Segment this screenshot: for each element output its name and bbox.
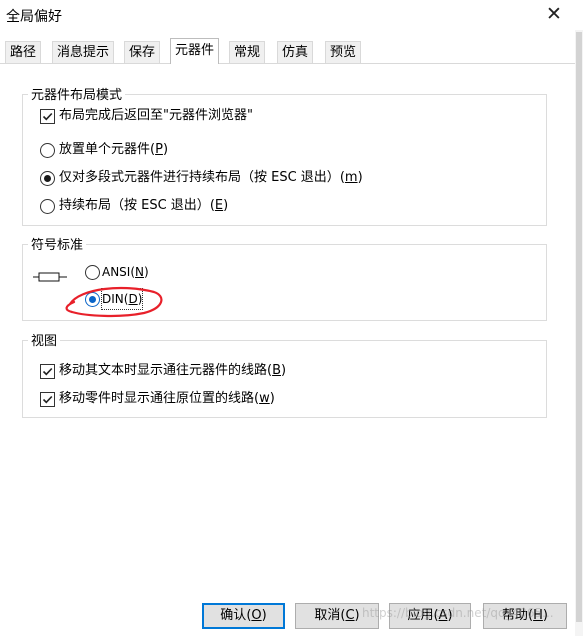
apply-button[interactable]: 应用(A) [389, 603, 471, 629]
tab-save[interactable]: 保存 [124, 41, 161, 63]
tab-panel: 元器件布局模式 布局完成后返回至"元器件浏览器" 放置单个元器件(P) 仅对多段… [0, 63, 575, 594]
return-to-browser-checkbox[interactable] [40, 109, 55, 124]
radio-button[interactable] [40, 199, 55, 214]
option-label: 移动零件时显示通往原位置的线路 [59, 391, 255, 406]
option-label: 移动其文本时显示通往元器件的线路 [59, 363, 268, 378]
check-icon [42, 367, 53, 376]
tab-preview[interactable]: 预览 [325, 41, 362, 63]
layout-mode-title: 元器件布局模式 [28, 84, 126, 103]
view-checkbox[interactable] [40, 364, 55, 379]
tab-messages[interactable]: 消息提示 [52, 41, 115, 63]
tab-simulation[interactable]: 仿真 [277, 41, 314, 63]
radio-button[interactable] [40, 143, 55, 158]
view-checkbox[interactable] [40, 392, 55, 407]
tab-bar: 路径 消息提示 保存 元器件 常规 仿真 预览 [0, 38, 575, 64]
cancel-button[interactable]: 取消(C) [295, 603, 379, 629]
close-icon[interactable]: ✕ [543, 3, 565, 25]
red-annotation-circle [65, 286, 163, 318]
tab-components[interactable]: 元器件 [170, 38, 220, 64]
return-to-browser-label: 布局完成后返回至"元器件浏览器" [59, 108, 253, 123]
window-title: 全局偏好 [6, 9, 62, 25]
option-label: 持续布局（按 ESC 退出） [59, 198, 210, 213]
check-icon [42, 112, 53, 121]
scrollbar-thumb[interactable] [576, 32, 582, 622]
help-button[interactable]: 帮助(H) [483, 603, 567, 629]
option-label: ANSI [102, 265, 131, 279]
option-label: 仅对多段式元器件进行持续布局（按 ESC 退出） [59, 170, 340, 185]
tab-paths[interactable]: 路径 [5, 41, 42, 63]
radio-button-selected[interactable] [40, 171, 55, 186]
check-icon [42, 395, 53, 404]
radio-button[interactable] [85, 265, 100, 280]
ok-button[interactable]: 确认(O) [202, 603, 285, 629]
option-label: 放置单个元器件 [59, 142, 151, 157]
title-bar: 全局偏好 ✕ [0, 0, 583, 30]
tab-general[interactable]: 常规 [229, 41, 266, 63]
vertical-scrollbar[interactable] [575, 30, 583, 636]
symbol-standard-title: 符号标准 [28, 234, 87, 253]
view-title: 视图 [28, 330, 61, 349]
